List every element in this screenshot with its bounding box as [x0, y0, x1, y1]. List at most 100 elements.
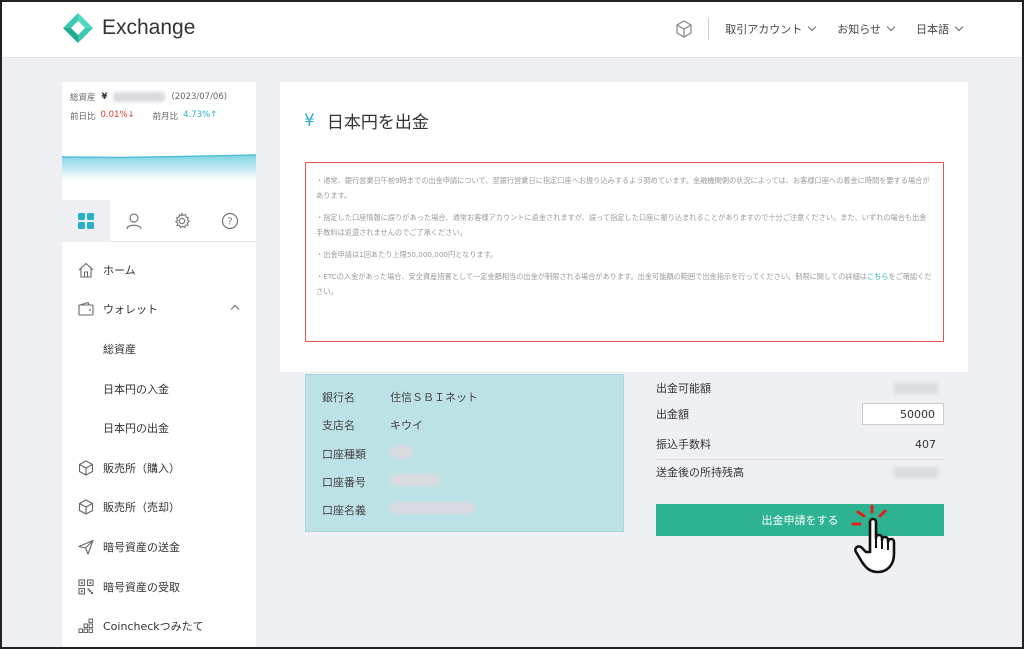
- sidebar-item-label: Coincheckつみたて: [103, 620, 204, 634]
- menu-language[interactable]: 日本語: [916, 21, 964, 37]
- fee-label: 振込手数料: [656, 438, 711, 451]
- top-header: Exchange 取引アカウント お知らせ 日本語: [2, 2, 1022, 58]
- menu-trading-account-label: 取引アカウント: [725, 23, 803, 36]
- sidebar-item-buy[interactable]: 販売所（購入）: [62, 448, 256, 488]
- divider: [656, 459, 944, 460]
- amount-input[interactable]: [862, 403, 944, 425]
- wallet-icon: [77, 300, 95, 318]
- blurred-amount: [113, 92, 166, 102]
- notice-paragraph: ・通常、銀行営業日午前9時までの出金申請について、翌銀行営業日に指定口座へお振り…: [316, 176, 930, 200]
- svg-text:?: ?: [227, 217, 232, 228]
- sidebar-item-jpy-deposit[interactable]: 日本円の入金: [62, 369, 256, 409]
- blurred-value: [390, 474, 440, 486]
- currency-symbol: ¥: [101, 92, 108, 102]
- blurred-value: [390, 502, 474, 514]
- sidebar-item-total-assets[interactable]: 総資産: [62, 329, 256, 369]
- tab-help[interactable]: ?: [206, 200, 254, 242]
- logo[interactable]: Exchange: [62, 12, 195, 44]
- sidebar: 総資産 ¥ (2023/07/06) 前日比 0.01%↓ 前月比 4.73%↑: [62, 82, 256, 647]
- gear-icon: [174, 212, 191, 229]
- header-right: 取引アカウント お知らせ 日本語: [674, 18, 964, 40]
- sidebar-item-wallet[interactable]: ウォレット: [62, 290, 256, 330]
- notice-paragraph: ・出金申請は1回あたり上限50,000,000円となります。: [316, 250, 498, 259]
- sidebar-item-label: 暗号資産の送金: [103, 540, 180, 554]
- yen-icon: ¥: [304, 110, 315, 131]
- bank-key: 口座番号: [322, 476, 366, 489]
- tab-settings[interactable]: [158, 200, 206, 242]
- menu-trading-account[interactable]: 取引アカウント: [725, 21, 817, 37]
- amount-row: 出金額: [656, 403, 944, 425]
- bank-value: 住信ＳＢＩネット: [390, 391, 478, 404]
- cube-icon: [77, 459, 95, 477]
- header-divider: [708, 18, 710, 40]
- cube-icon[interactable]: [674, 19, 694, 39]
- tab-dashboard[interactable]: [62, 200, 110, 242]
- blocks-icon: [77, 617, 95, 635]
- sidebar-item-sell[interactable]: 販売所（売却）: [62, 488, 256, 528]
- fee-value: 407: [915, 437, 936, 451]
- sidebar-item-label: 暗号資産の受取: [103, 580, 180, 594]
- page-title: ¥ 日本円を出金: [304, 108, 429, 134]
- sidebar-item-label: ウォレット: [103, 303, 158, 317]
- main-card: ¥ 日本円を出金 ・通常、銀行営業日午前9時までの出金申請について、翌銀行営業日…: [280, 82, 968, 372]
- fee-row: 振込手数料 407: [656, 436, 944, 452]
- notice-paragraph: ・指定した口座情報に誤りがあった場合、通常お客様アカウントに返金されますが、誤っ…: [316, 213, 927, 237]
- blurred-available: [894, 382, 938, 394]
- chevron-down-icon: [954, 22, 964, 32]
- bank-row: 支店名 キウイ: [322, 417, 423, 433]
- menu-news-label: お知らせ: [837, 23, 881, 36]
- day-change-label: 前日比: [70, 112, 96, 122]
- available-row: 出金可能額: [656, 380, 944, 396]
- page-title-text: 日本円を出金: [326, 113, 429, 133]
- tab-account[interactable]: [110, 200, 158, 242]
- balance-label: 送金後の所持残高: [656, 466, 744, 479]
- chevron-down-icon: [807, 22, 817, 32]
- sidebar-item-label: 日本円の入金: [103, 382, 169, 396]
- details-link[interactable]: こちら: [867, 272, 889, 281]
- sidebar-item-coincheck-tsumitate[interactable]: Coincheckつみたて: [62, 606, 256, 646]
- qr-icon: [77, 578, 95, 596]
- sidebar-item-label: 総資産: [103, 342, 136, 356]
- bank-row: 口座番号: [322, 474, 440, 490]
- sidebar-item-receive-crypto[interactable]: 暗号資産の受取: [62, 567, 256, 607]
- chevron-down-icon: [886, 22, 896, 32]
- bank-row: 口座名義: [322, 502, 474, 518]
- notice-paragraph: ・ETCの入金があった場合、安全資産措置として一定金額相当の出金が制限される場合…: [316, 269, 933, 299]
- notice-box: ・通常、銀行営業日午前9時までの出金申請について、翌銀行営業日に指定口座へお振り…: [305, 162, 944, 342]
- help-icon: ?: [221, 212, 239, 230]
- sidebar-item-label: ホーム: [103, 263, 136, 277]
- cube-icon: [77, 498, 95, 516]
- total-assets: 総資産 ¥ (2023/07/06): [70, 91, 227, 103]
- bank-key: 銀行名: [322, 391, 355, 404]
- balance-row: 送金後の所持残高: [656, 464, 944, 480]
- app-window: Exchange 取引アカウント お知らせ 日本語 総資産 ¥ (2023/07…: [0, 0, 1024, 649]
- pointer-hand-icon: [851, 504, 896, 574]
- menu-news[interactable]: お知らせ: [837, 21, 896, 37]
- sidebar-item-label: 販売所（売却）: [103, 501, 180, 515]
- notice-text: ・ETCの入金があった場合、安全資産措置として一定金額相当の出金が制限される場合…: [316, 272, 867, 281]
- sidebar-nav: ホーム ウォレット 総資産 日本円の入金 日本円の出金 販売所（購入） 販売所（…: [62, 250, 256, 646]
- sidebar-item-home[interactable]: ホーム: [62, 250, 256, 290]
- bank-key: 支店名: [322, 419, 355, 432]
- chevron-up-icon[interactable]: [230, 304, 240, 313]
- bank-row: 銀行名 住信ＳＢＩネット: [322, 389, 478, 405]
- sidebar-item-label: 日本円の出金: [103, 422, 169, 436]
- bank-value: キウイ: [390, 419, 423, 432]
- bank-key: 口座種類: [322, 448, 366, 461]
- asset-date: (2023/07/06): [171, 92, 228, 102]
- grid-icon: [78, 213, 94, 229]
- day-change-value: 0.01%↓: [100, 110, 135, 120]
- user-icon: [126, 213, 142, 230]
- home-icon: [77, 261, 95, 279]
- sidebar-item-jpy-withdraw[interactable]: 日本円の出金: [62, 408, 256, 448]
- month-change-value: 4.73%↑: [183, 110, 218, 120]
- available-label: 出金可能額: [656, 382, 711, 395]
- bank-info-box: 銀行名 住信ＳＢＩネット 支店名 キウイ 口座種類 口座番号 口座名義: [305, 374, 624, 532]
- month-change-label: 前月比: [152, 112, 179, 122]
- bank-key: 口座名義: [322, 504, 366, 517]
- logo-text: Exchange: [102, 16, 196, 39]
- bank-row: 口座種類: [322, 446, 412, 462]
- diamond-logo-icon: [63, 13, 93, 43]
- sidebar-item-label: 販売所（購入）: [103, 461, 180, 475]
- sidebar-item-send-crypto[interactable]: 暗号資産の送金: [62, 527, 256, 567]
